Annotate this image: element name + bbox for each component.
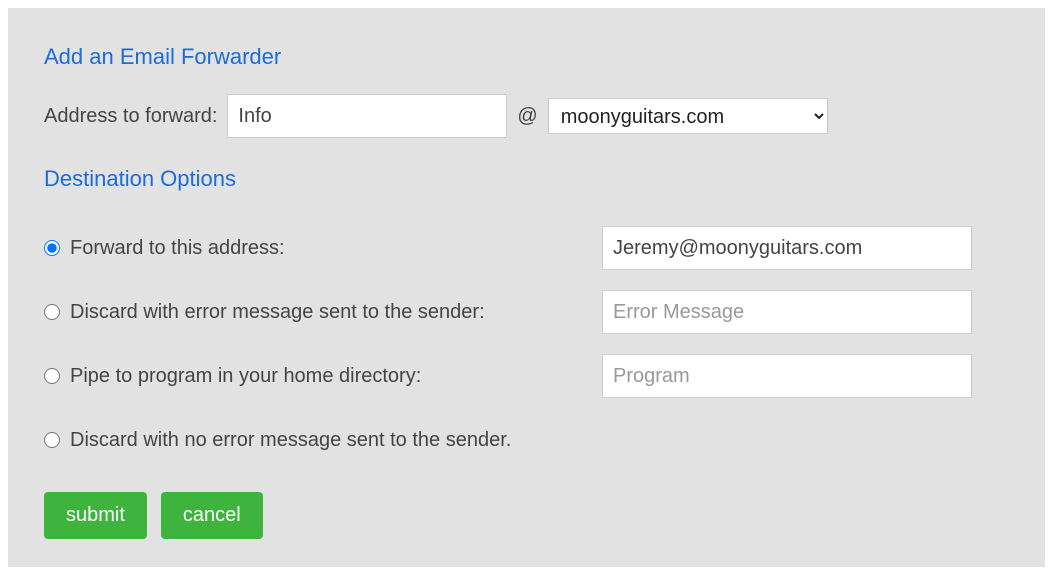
- option-forward-label-group[interactable]: Forward to this address:: [44, 237, 602, 260]
- option-forward-radio[interactable]: [44, 240, 60, 256]
- forward-address-input[interactable]: [602, 226, 972, 270]
- button-row: submit cancel: [44, 492, 1009, 539]
- option-discard-silent-row: Discard with no error message sent to th…: [44, 416, 1009, 464]
- option-discard-silent-label: Discard with no error message sent to th…: [70, 429, 511, 452]
- email-forwarder-panel: Add an Email Forwarder Address to forwar…: [8, 8, 1045, 567]
- submit-button[interactable]: submit: [44, 492, 147, 539]
- option-pipe-label-group[interactable]: Pipe to program in your home directory:: [44, 365, 602, 388]
- address-input[interactable]: [227, 94, 507, 138]
- option-pipe-label: Pipe to program in your home directory:: [70, 365, 421, 388]
- add-forwarder-title: Add an Email Forwarder: [44, 44, 1009, 70]
- error-message-input[interactable]: [602, 290, 972, 334]
- option-discard-silent-label-group[interactable]: Discard with no error message sent to th…: [44, 429, 602, 452]
- option-discard-silent-radio[interactable]: [44, 432, 60, 448]
- at-symbol: @: [517, 105, 537, 128]
- option-pipe-radio[interactable]: [44, 368, 60, 384]
- option-forward-row: Forward to this address:: [44, 224, 1009, 272]
- address-row: Address to forward: @ moonyguitars.com: [44, 94, 1009, 138]
- address-label: Address to forward:: [44, 105, 217, 128]
- option-discard-error-row: Discard with error message sent to the s…: [44, 288, 1009, 336]
- option-pipe-row: Pipe to program in your home directory:: [44, 352, 1009, 400]
- cancel-button[interactable]: cancel: [161, 492, 263, 539]
- option-discard-error-label-group[interactable]: Discard with error message sent to the s…: [44, 301, 602, 324]
- domain-select[interactable]: moonyguitars.com: [548, 98, 828, 134]
- option-discard-error-label: Discard with error message sent to the s…: [70, 301, 485, 324]
- program-input[interactable]: [602, 354, 972, 398]
- destination-options-title: Destination Options: [44, 166, 1009, 192]
- option-discard-error-radio[interactable]: [44, 304, 60, 320]
- option-forward-label: Forward to this address:: [70, 237, 285, 260]
